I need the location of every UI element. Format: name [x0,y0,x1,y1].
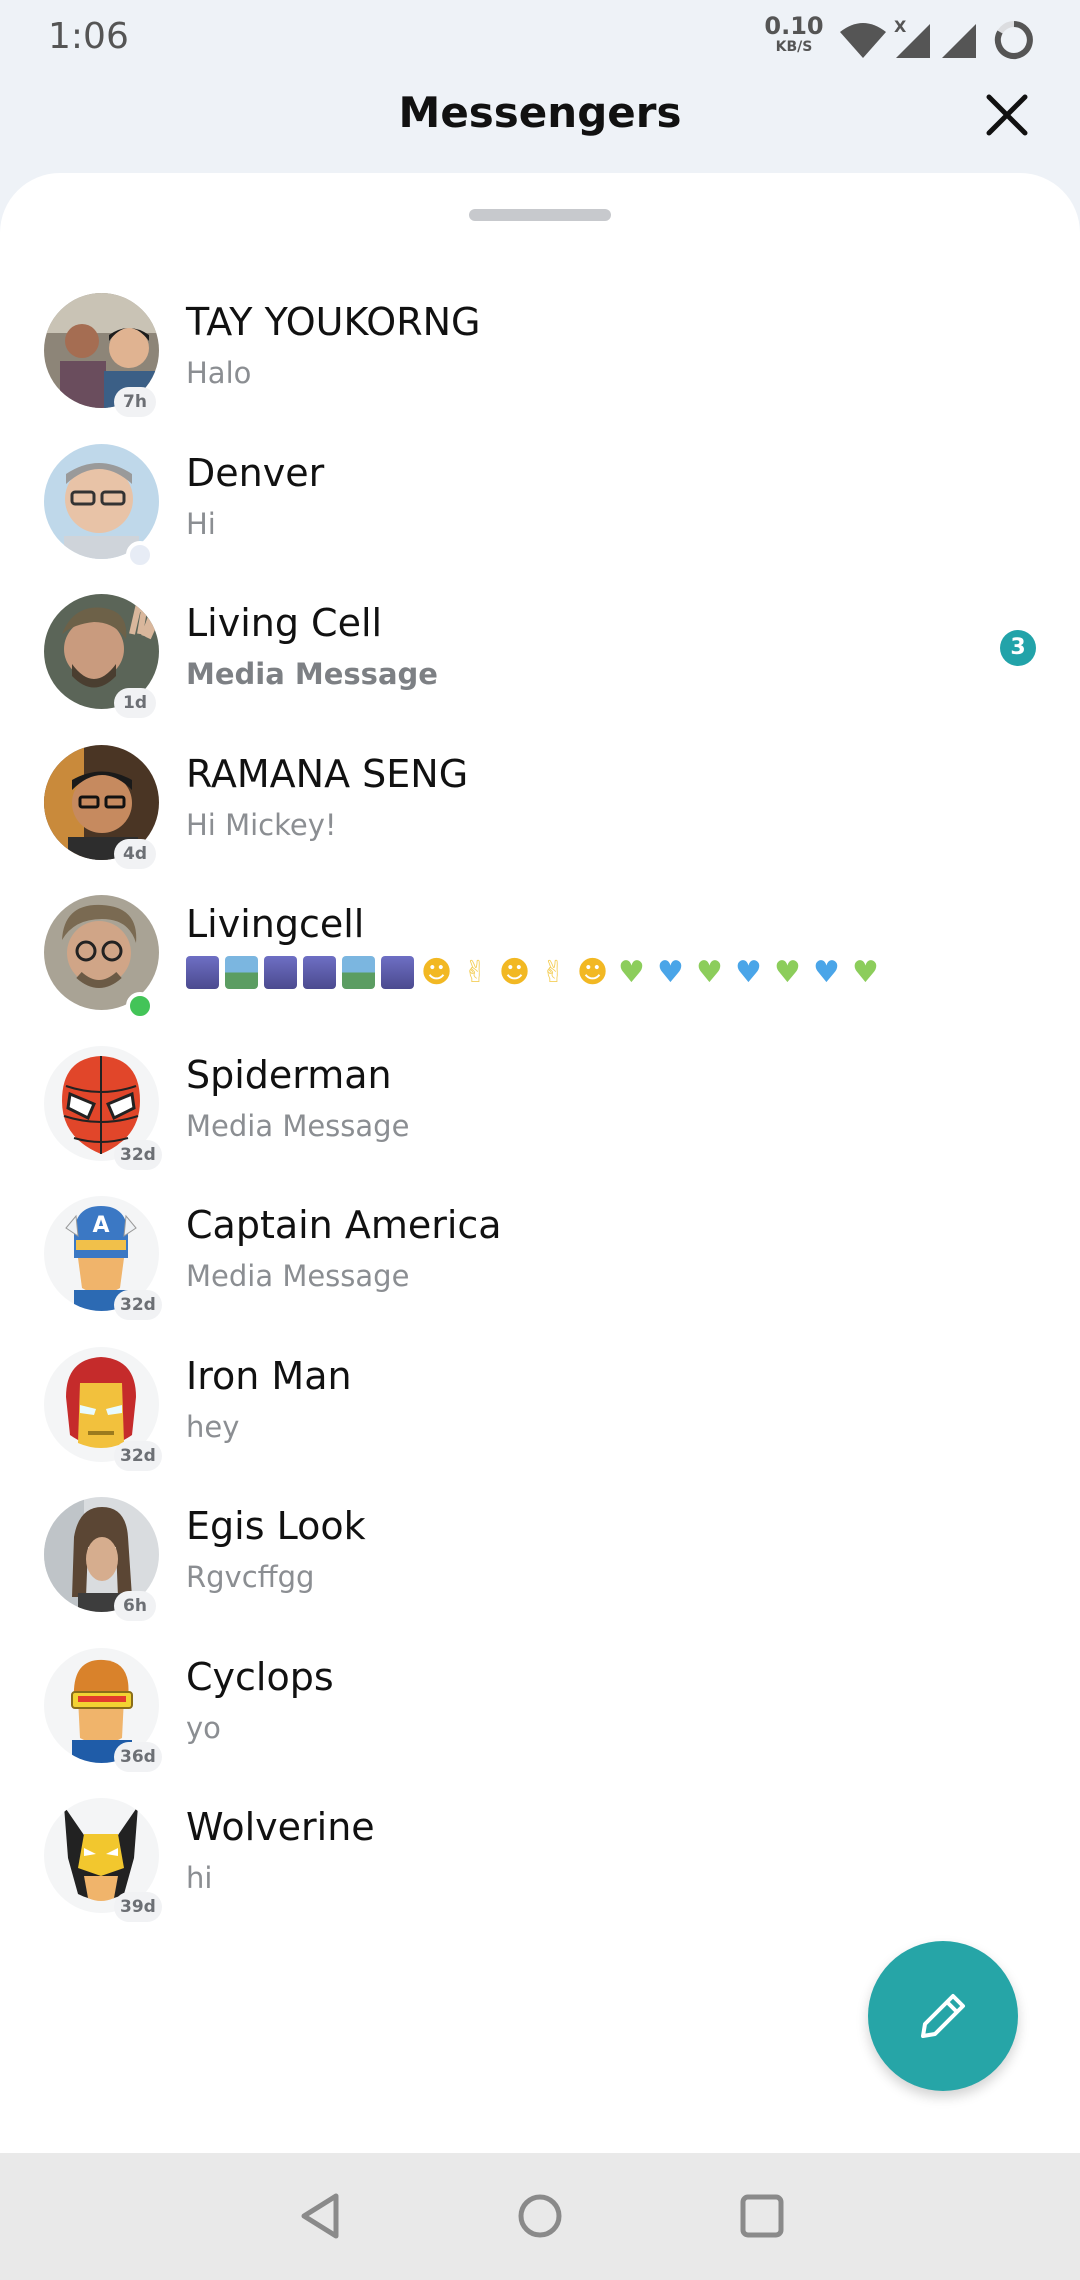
message-preview: Rgvcffgg [186,1560,315,1594]
time-badge: 6h [114,1591,156,1621]
conversation-item[interactable]: 4d RAMANA SENG Hi Mickey! [0,728,1080,879]
status-icons: X [838,17,1038,66]
conversation-item[interactable]: Denver Hi [0,427,1080,578]
night-tile-emoji [303,956,336,989]
header: Messengers [0,80,1080,175]
battery-ring-icon [994,21,1033,59]
conversation-item[interactable]: A 32d Captain America Media Message [0,1179,1080,1330]
network-speed-unit: KB/S [775,39,813,55]
time-badge: 32d [114,1440,162,1471]
contact-name: Captain America [186,1203,502,1247]
green-heart-emoji: ♥ [696,954,723,990]
green-heart-emoji: ♥ [852,954,879,990]
messengers-sheet: 7h TAY YOUKORNG Halo Denver Hi 1d Living… [0,173,1080,2153]
message-preview: Media Message [186,657,438,691]
signal-icon [942,24,976,58]
message-preview: Halo [186,356,252,390]
peace-emoji: ✌ [462,954,489,990]
blue-heart-emoji: ♥ [657,954,684,990]
svg-text:A: A [92,1213,109,1238]
grin-emoji: ☻ [576,954,609,990]
network-speed-value: 0.10 [764,12,824,40]
back-button[interactable] [285,2181,355,2251]
online-indicator [126,992,154,1020]
conversation-item[interactable]: 36d Cyclops yo [0,1631,1080,1782]
close-button[interactable] [972,80,1042,150]
conversation-list: 7h TAY YOUKORNG Halo Denver Hi 1d Living… [0,276,1080,1932]
contact-name: Egis Look [186,1504,366,1548]
message-preview: Media Message [186,1259,410,1293]
conversation-item[interactable]: 32d Spiderman Media Message [0,1029,1080,1180]
night-tile-emoji [381,956,414,989]
drag-handle[interactable] [469,209,611,221]
night-tile-emoji [186,956,219,989]
status-indicator [126,540,154,569]
contact-name: Livingcell [186,902,365,946]
time-badge: 1d [114,688,156,718]
network-speed: 0.10 KB/S [764,14,824,54]
mountain-tile-emoji [342,956,375,989]
wifi-icon [840,23,886,58]
blue-heart-emoji: ♥ [813,954,840,990]
conversation-item[interactable]: 6h Egis Look Rgvcffgg [0,1480,1080,1631]
message-preview: Hi Mickey! [186,807,337,842]
mountain-tile-emoji [225,956,258,989]
night-tile-emoji [264,956,297,989]
navigation-bar [0,2153,1080,2280]
compose-button[interactable] [868,1941,1018,2091]
message-preview: Media Message [186,1108,410,1143]
home-icon [518,2194,562,2238]
contact-name: Denver [186,450,325,495]
time-badge: 32d [114,1290,162,1320]
emoji-preview: ☻ ✌ ☻ ✌ ☻ ♥ ♥ ♥ ♥ ♥ ♥ ♥ [186,956,882,989]
recents-icon [740,2194,784,2238]
contact-name: Spiderman [186,1052,392,1097]
conversation-item[interactable]: Livingcell ☻ ✌ ☻ ✌ ☻ ♥ ♥ ♥ ♥ ♥ ♥ ♥ [0,878,1080,1029]
page-title: Messengers [398,88,682,137]
time-badge: 32d [114,1139,162,1170]
unread-count-badge: 3 [1000,630,1036,666]
blue-heart-emoji: ♥ [735,954,762,990]
grin-emoji: ☻ [498,954,531,990]
close-icon [986,94,1028,136]
conversation-item[interactable]: 32d Iron Man hey [0,1330,1080,1481]
message-preview: yo [186,1710,221,1745]
conversation-item[interactable]: 1d Living Cell Media Message 3 [0,577,1080,728]
contact-name: Iron Man [186,1353,352,1398]
time-badge: 36d [114,1741,162,1772]
peace-emoji: ✌ [540,954,567,990]
conversation-item[interactable]: 39d Wolverine hi [0,1781,1080,1932]
message-preview: hey [186,1409,240,1444]
status-time: 1:06 [48,16,129,57]
message-preview: hi [186,1861,213,1895]
time-badge: 39d [114,1892,162,1922]
contact-name: Cyclops [186,1654,334,1699]
green-heart-emoji: ♥ [618,954,645,990]
time-badge: 7h [114,387,156,417]
wifi-badge: X [894,18,907,36]
green-heart-emoji: ♥ [774,954,801,990]
back-icon [301,2193,339,2239]
home-button[interactable] [505,2181,575,2251]
status-bar: 1:06 0.10 KB/S X [0,0,1080,80]
contact-name: Wolverine [186,1805,375,1849]
recents-button[interactable] [727,2181,797,2251]
pencil-icon [921,1994,965,2038]
conversation-item[interactable]: 7h TAY YOUKORNG Halo [0,276,1080,427]
grin-emoji: ☻ [420,954,453,990]
contact-name: TAY YOUKORNG [186,300,481,344]
time-badge: 4d [114,838,156,869]
contact-name: Living Cell [186,601,383,645]
message-preview: Hi [186,506,216,541]
contact-name: RAMANA SENG [186,751,469,796]
